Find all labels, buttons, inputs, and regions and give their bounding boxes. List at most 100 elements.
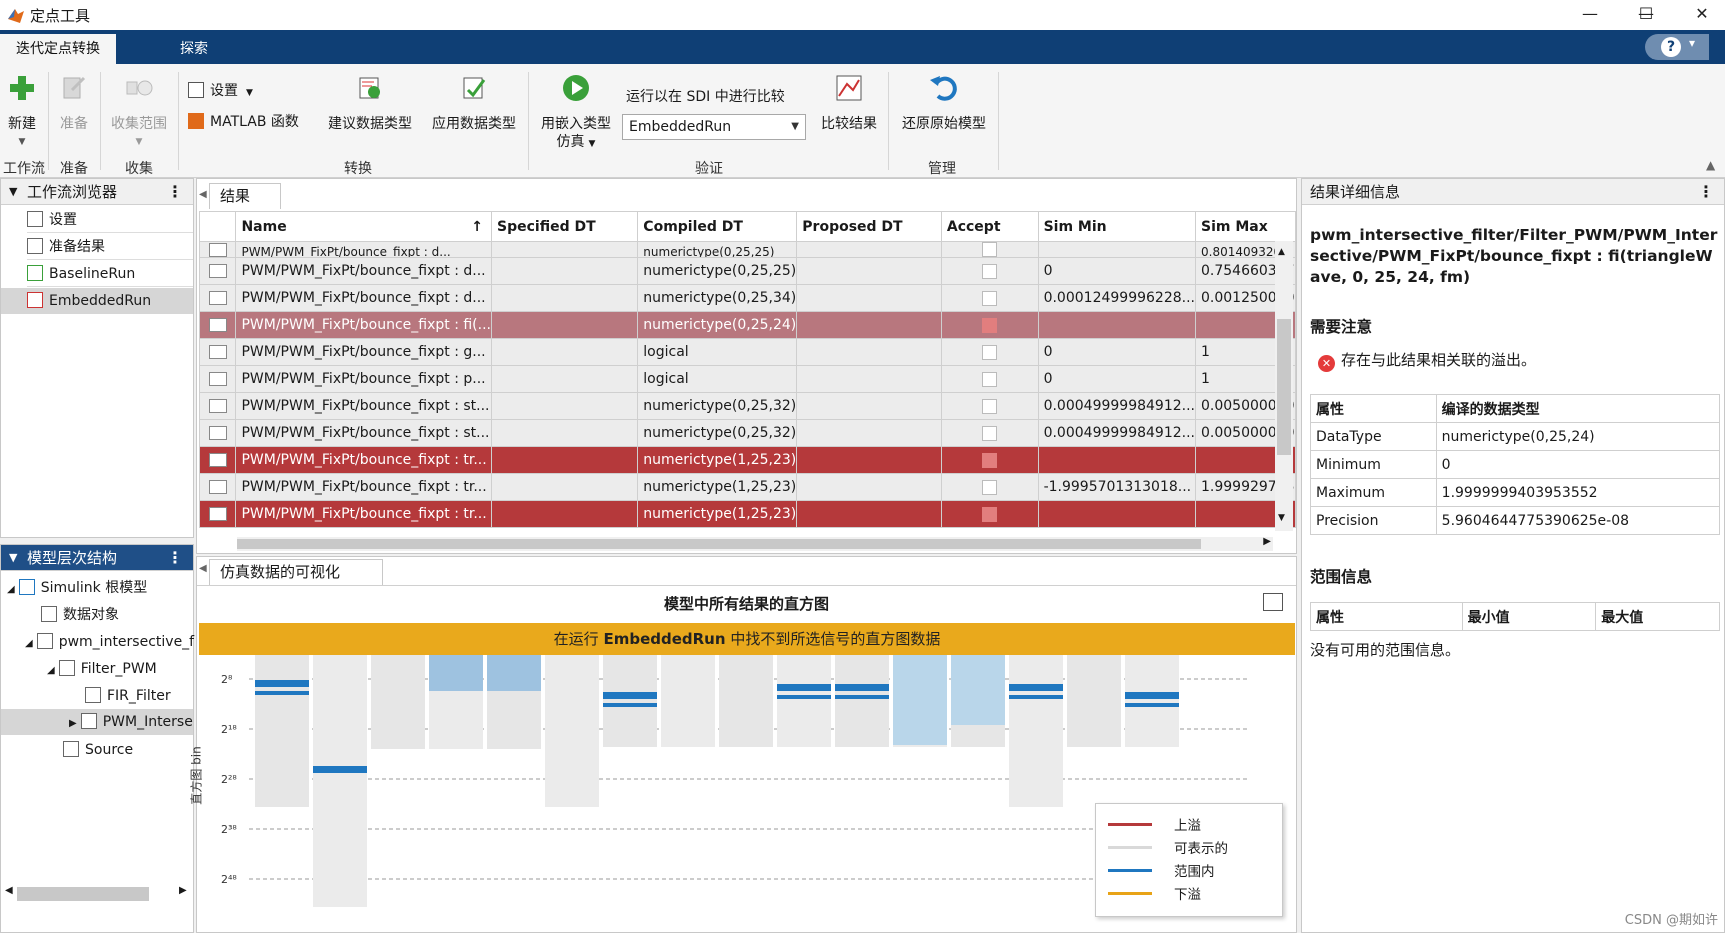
workflow-item-prepare-results[interactable]: 准备结果 <box>27 234 193 260</box>
name-cell: PWM/PWM_FixPt/bounce_fixpt : d... <box>235 257 492 285</box>
accept-checkbox[interactable] <box>982 242 998 257</box>
table-row[interactable]: PWM/PWM_FixPt/bounce_fixpt : d... numeric… <box>198 241 1296 258</box>
scroll-down-icon[interactable]: ▼ <box>1278 513 1285 523</box>
tab-results[interactable]: 结果 <box>209 183 281 209</box>
accept-checkbox[interactable] <box>982 479 998 495</box>
tab-sim-visualization[interactable]: 仿真数据的可视化 <box>209 559 383 585</box>
compare-results-button[interactable]: 比较结果 <box>814 72 884 133</box>
minimize-button-2[interactable]: — <box>1567 0 1613 30</box>
accept-cell[interactable] <box>940 241 1039 258</box>
accept-cell[interactable] <box>940 419 1039 447</box>
table-row[interactable]: PWM/PWM_FixPt/bounce_fixpt : st... numeri… <box>198 419 1296 447</box>
collapse-triangle-icon[interactable]: ◀ <box>199 189 207 200</box>
new-button[interactable]: 新建 ▼ <box>2 72 42 151</box>
collapse-triangle-icon[interactable]: ▼ <box>9 545 17 571</box>
column-header-name[interactable]: Name ↑ <box>235 211 492 242</box>
panel-menu-icon[interactable]: ⋮ <box>167 179 183 205</box>
maximize-button[interactable]: ☐ <box>1623 0 1669 30</box>
workflow-item-baselinerun[interactable]: BaselineRun <box>27 261 193 287</box>
accept-cell[interactable] <box>940 500 1039 528</box>
vertical-scrollbar[interactable]: ▲ ▼ <box>1275 241 1293 531</box>
y-tick-label: 2¹⁸ <box>221 723 237 736</box>
tab-iterative-conversion[interactable]: 迭代定点转换 <box>0 34 116 64</box>
scroll-right-icon[interactable]: ▶ <box>1263 536 1271 547</box>
prepare-button[interactable]: 准备 <box>52 72 96 133</box>
accept-checkbox[interactable] <box>982 290 998 306</box>
accept-cell[interactable] <box>940 392 1039 420</box>
collapse-ribbon-icon[interactable]: ▲ <box>1706 158 1715 172</box>
accept-checkbox[interactable] <box>982 371 998 387</box>
collect-range-button[interactable]: 收集范围 ▼ <box>104 72 174 151</box>
table-row[interactable]: PWM/PWM_FixPt/bounce_fixpt : d... numeric… <box>198 257 1296 285</box>
accept-checkbox[interactable] <box>982 344 998 360</box>
column-header-compiled-dt[interactable]: Compiled DT <box>637 211 798 242</box>
embed-sim-button[interactable]: 用嵌入类型 仿真 ▼ <box>534 72 618 153</box>
table-row[interactable]: PWM/PWM_FixPt/bounce_fixpt : g... logical… <box>198 338 1296 366</box>
panel-menu-icon[interactable]: ⋮ <box>167 545 183 571</box>
horizontal-scrollbar[interactable] <box>17 887 149 901</box>
specified-dt-cell <box>490 473 639 501</box>
column-header-specified-dt[interactable]: Specified DT <box>490 211 639 242</box>
chart-options-icon[interactable] <box>1263 593 1283 611</box>
table-row[interactable]: PWM/PWM_FixPt/bounce_fixpt : st... numeri… <box>198 392 1296 420</box>
accept-checkbox[interactable] <box>982 425 998 441</box>
accept-cell[interactable] <box>940 338 1039 366</box>
tree-node-pwm-intersective[interactable]: ◢ pwm_intersective_f <box>25 629 194 655</box>
column-header-accept[interactable]: Accept <box>940 211 1039 242</box>
settings-button[interactable]: 设置 ▼ <box>188 80 253 100</box>
tree-node-source[interactable]: Source <box>63 737 133 763</box>
histogram-bin <box>1009 637 1063 807</box>
accept-cell[interactable] <box>940 446 1039 474</box>
scrollbar-thumb[interactable] <box>237 539 1201 549</box>
apply-types-button[interactable]: 应用数据类型 <box>426 72 522 133</box>
tree-node-fir-filter[interactable]: FIR_Filter <box>85 683 171 709</box>
scroll-up-icon[interactable]: ▲ <box>1278 247 1285 257</box>
propose-types-button[interactable]: 建议数据类型 <box>322 72 418 133</box>
accept-cell[interactable] <box>940 473 1039 501</box>
compare-run-select[interactable]: EmbeddedRun ▼ <box>622 114 806 140</box>
sim-min-cell: 0 <box>1037 365 1197 393</box>
property-value: 0 <box>1435 450 1721 479</box>
workflow-item-embeddedrun[interactable]: EmbeddedRun <box>1 288 193 314</box>
accept-cell[interactable] <box>940 311 1039 339</box>
accept-cell[interactable] <box>940 365 1039 393</box>
tree-node-root[interactable]: ◢ Simulink 根模型 <box>7 575 147 601</box>
scrollbar-thumb[interactable] <box>1277 319 1291 455</box>
accept-cell[interactable] <box>940 284 1039 312</box>
table-row[interactable]: PWM/PWM_FixPt/bounce_fixpt : d... numeric… <box>198 284 1296 312</box>
details-title: 结果详细信息 <box>1310 183 1401 201</box>
table-row[interactable]: PWM/PWM_FixPt/bounce_fixpt : tr... numeri… <box>198 500 1296 528</box>
accept-checkbox[interactable] <box>982 452 998 468</box>
table-row[interactable]: PWM/PWM_FixPt/bounce_fixpt : tr... numeri… <box>198 473 1296 501</box>
table-row[interactable]: PWM/PWM_FixPt/bounce_fixpt : tr... numeri… <box>198 446 1296 474</box>
column-header-sim-min[interactable]: Sim Min <box>1037 211 1197 242</box>
tree-node-pwm-intersective-sub[interactable]: ▶ PWM_Interse <box>1 709 193 735</box>
table-row[interactable]: PWM/PWM_FixPt/bounce_fixpt : p... logical… <box>198 365 1296 393</box>
apply-types-icon <box>463 77 486 99</box>
restore-icon <box>930 76 957 101</box>
proposed-dt-cell <box>796 311 942 339</box>
column-header-proposed-dt[interactable]: Proposed DT <box>796 211 942 242</box>
scroll-left-icon[interactable]: ◀ <box>5 885 13 896</box>
workflow-item-settings[interactable]: 设置 <box>27 207 193 233</box>
accept-checkbox[interactable] <box>982 506 998 522</box>
horizontal-scrollbar[interactable]: ▶ <box>237 536 1273 551</box>
tree-node-data-objects[interactable]: 数据对象 <box>41 602 119 628</box>
tab-explore[interactable]: 探索 <box>164 34 224 64</box>
tree-node-filter-pwm[interactable]: ◢ Filter_PWM <box>47 656 157 682</box>
restore-model-button[interactable]: 还原原始模型 <box>896 72 992 133</box>
collapse-triangle-icon[interactable]: ◀ <box>199 563 207 574</box>
accept-checkbox[interactable] <box>982 398 998 414</box>
close-button[interactable]: ✕ <box>1679 0 1725 30</box>
matlab-function-button[interactable]: MATLAB 函数 <box>188 111 299 131</box>
accept-checkbox[interactable] <box>982 317 998 333</box>
column-header-sim-max[interactable]: Sim Max <box>1195 211 1296 242</box>
histogram-ylabel: 直方图 bin <box>189 746 204 805</box>
panel-menu-icon[interactable]: ⋮ <box>1698 179 1714 205</box>
table-row[interactable]: PWM/PWM_FixPt/bounce_fixpt : fi(... numer… <box>198 311 1296 339</box>
accept-cell[interactable] <box>940 257 1039 285</box>
scroll-right-icon[interactable]: ▶ <box>179 885 187 896</box>
collapse-triangle-icon[interactable]: ▼ <box>9 179 17 205</box>
accept-checkbox[interactable] <box>982 263 998 279</box>
help-button[interactable]: ? ▾ <box>1645 34 1709 60</box>
